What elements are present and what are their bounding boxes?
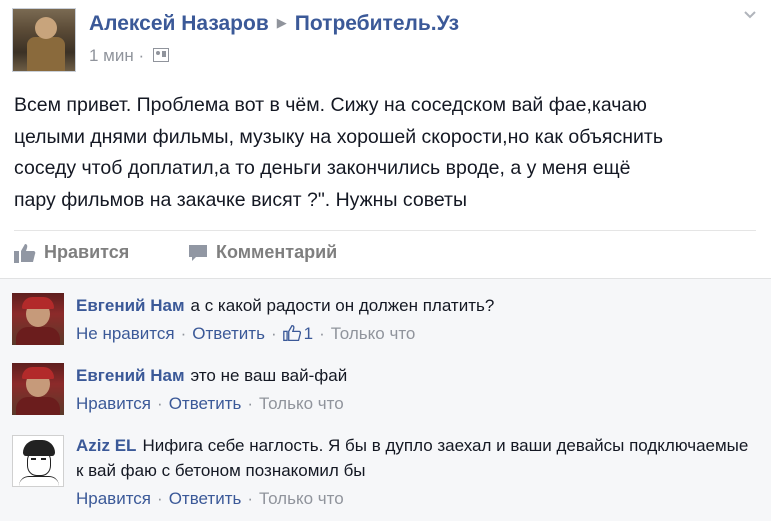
- comment-actions: Нравится · Ответить · Только что: [76, 489, 344, 509]
- comment-body: Евгений Нам это не ваш вай-фай: [76, 363, 756, 388]
- like-count[interactable]: 1: [282, 324, 314, 343]
- commenter-avatar[interactable]: [12, 293, 64, 345]
- comment-body: Aziz EL Нифига себе наглость. Я бы в дупл…: [76, 433, 756, 483]
- arrow-right-icon: ▶: [276, 15, 287, 30]
- like-link[interactable]: Нравится: [76, 489, 151, 508]
- post-header-line: Алексей Назаров ▶ Потребитель.Уз: [89, 12, 459, 36]
- comment-bubble-icon: [189, 244, 207, 261]
- comment-timestamp[interactable]: Только что: [259, 489, 344, 508]
- comment-button[interactable]: Комментарий: [188, 242, 771, 263]
- comment-label: Комментарий: [216, 242, 338, 262]
- separator: ·: [270, 324, 277, 343]
- comment-author-link[interactable]: Aziz EL: [76, 436, 136, 455]
- like-count-value: 1: [303, 324, 314, 343]
- comment-text: Нифига себе наглость. Я бы в дупло заеха…: [76, 436, 749, 480]
- like-link[interactable]: Нравится: [76, 394, 151, 413]
- reply-link[interactable]: Ответить: [192, 324, 265, 343]
- comment-body: Евгений Нам а с какой радости он должен п…: [76, 293, 756, 318]
- post-timestamp[interactable]: 1 мин: [89, 46, 134, 65]
- separator: ·: [319, 324, 325, 343]
- comment-timestamp[interactable]: Только что: [331, 324, 416, 343]
- divider: [14, 230, 756, 231]
- commenter-avatar[interactable]: [12, 363, 64, 415]
- comment-author-link[interactable]: Евгений Нам: [76, 366, 185, 385]
- reply-link[interactable]: Ответить: [169, 489, 242, 508]
- friends-icon[interactable]: [152, 48, 169, 62]
- post-target-link[interactable]: Потребитель.Уз: [295, 12, 459, 35]
- post-meta: 1 мин ·: [89, 46, 169, 66]
- post-author-link[interactable]: Алексей Назаров: [89, 12, 269, 35]
- comment-text: это не ваш вай-фай: [190, 366, 348, 385]
- reply-link[interactable]: Ответить: [169, 394, 242, 413]
- comment-timestamp[interactable]: Только что: [259, 394, 344, 413]
- separator: ·: [247, 394, 254, 413]
- separator: ·: [157, 489, 163, 508]
- like-button[interactable]: Нравится: [14, 242, 129, 263]
- separator: ·: [157, 394, 163, 413]
- author-avatar[interactable]: [12, 8, 76, 72]
- like-label: Нравится: [44, 242, 130, 262]
- meta-separator: ·: [138, 46, 145, 65]
- thumbs-up-icon: [282, 324, 301, 342]
- comment-actions: Не нравится · Ответить · 1 · Только что: [76, 324, 415, 344]
- thumbs-up-icon: [14, 243, 36, 263]
- post-header: Алексей Назаров ▶ Потребитель.Уз 1 мин ·: [0, 0, 771, 80]
- comment-actions: Нравится · Ответить · Только что: [76, 394, 344, 414]
- post-text: Всем привет. Проблема вот в чём. Сижу на…: [14, 94, 663, 211]
- comment-author-link[interactable]: Евгений Нам: [76, 296, 185, 315]
- separator: ·: [247, 489, 254, 508]
- unlike-link[interactable]: Не нравится: [76, 324, 175, 343]
- comments-section: Евгений Нам а с какой радости он должен п…: [0, 278, 771, 521]
- comment-text: а с какой радости он должен платить?: [190, 296, 495, 315]
- chevron-down-icon[interactable]: [743, 8, 757, 22]
- separator: ·: [180, 324, 187, 343]
- commenter-avatar[interactable]: [12, 435, 64, 487]
